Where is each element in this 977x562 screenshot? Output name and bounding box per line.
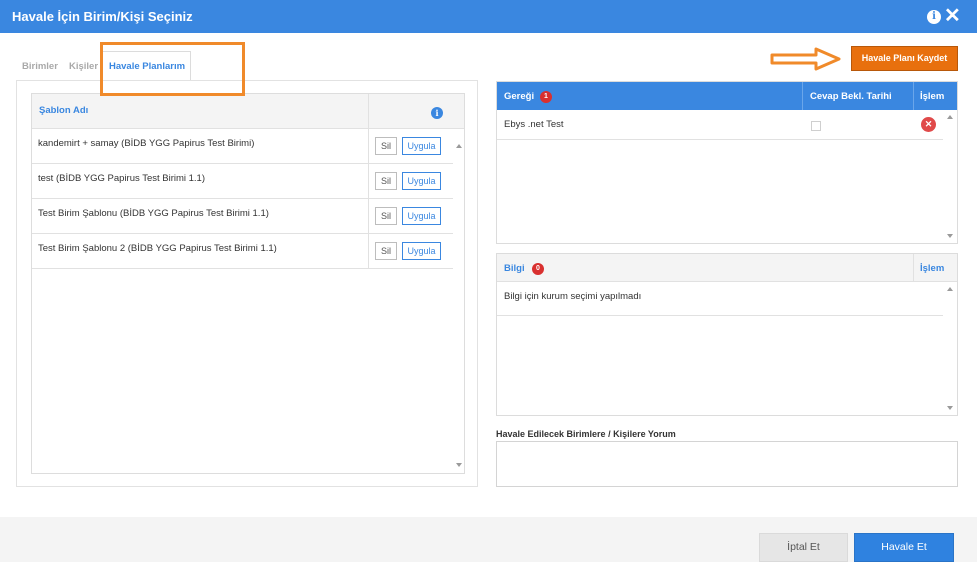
- scroll-up-arrow-icon[interactable]: [947, 287, 953, 291]
- save-plan-button[interactable]: Havale Planı Kaydet: [851, 46, 958, 71]
- templates-table: Şablon Adı i kandemirt + samay (BİDB YGG…: [31, 93, 465, 474]
- bilgi-panel: Bilgi 0 İşlem Bilgi için kurum seçimi ya…: [496, 253, 958, 416]
- geregi-title: Gereği: [504, 91, 535, 102]
- list-item: Bilgi için kurum seçimi yapılmadı: [497, 282, 943, 316]
- templates-table-header: Şablon Adı i: [32, 94, 464, 129]
- column-divider: [368, 199, 369, 234]
- column-divider: [913, 254, 914, 282]
- geregi-header: Gereği 1 Cevap Bekl. Tarihi İşlem: [497, 82, 957, 110]
- templates-panel: Şablon Adı i kandemirt + samay (BİDB YGG…: [16, 80, 478, 487]
- template-name-column-header[interactable]: Şablon Adı: [39, 105, 88, 116]
- comment-textarea[interactable]: [496, 441, 958, 487]
- delete-template-button[interactable]: Sil: [375, 242, 397, 260]
- info-icon[interactable]: i: [927, 10, 941, 24]
- info-icon[interactable]: i: [431, 107, 443, 119]
- comment-label: Havale Edilecek Birimlere / Kişilere Yor…: [496, 429, 676, 439]
- table-row: Ebys .net Test ✕: [497, 110, 943, 140]
- response-date-checkbox[interactable]: [811, 121, 821, 131]
- tab-birimler[interactable]: Birimler: [22, 54, 58, 81]
- template-name: kandemirt + samay (BİDB YGG Papirus Test…: [38, 138, 255, 149]
- dialog-footer: İptal Et Havale Et: [0, 517, 977, 562]
- templates-scrollbar[interactable]: [454, 130, 464, 473]
- dialog-titlebar: Havale İçin Birim/Kişi Seçiniz i ✕: [0, 0, 977, 33]
- action-column-header: İşlem: [920, 263, 945, 274]
- tab-kisiler[interactable]: Kişiler: [69, 54, 98, 81]
- bilgi-title: Bilgi: [504, 263, 525, 274]
- empty-state-message: Bilgi için kurum seçimi yapılmadı: [504, 291, 642, 302]
- column-divider: [913, 82, 914, 110]
- delete-template-button[interactable]: Sil: [375, 137, 397, 155]
- template-name: Test Birim Şablonu 2 (BİDB YGG Papirus T…: [38, 243, 277, 254]
- geregi-count-badge: 1: [540, 91, 552, 103]
- table-row: Test Birim Şablonu 2 (BİDB YGG Papirus T…: [32, 234, 453, 269]
- table-row: test (BİDB YGG Papirus Test Birimi 1.1) …: [32, 164, 453, 199]
- column-divider: [368, 234, 369, 269]
- bilgi-scrollbar[interactable]: [945, 283, 955, 415]
- apply-template-button[interactable]: Uygula: [402, 172, 441, 190]
- scroll-up-arrow-icon[interactable]: [456, 144, 462, 148]
- scroll-down-arrow-icon[interactable]: [947, 406, 953, 410]
- scroll-up-arrow-icon[interactable]: [947, 115, 953, 119]
- havale-dialog: Havale İçin Birim/Kişi Seçiniz i ✕ Birim…: [0, 0, 977, 562]
- column-divider: [368, 94, 369, 129]
- column-divider: [368, 129, 369, 164]
- apply-template-button[interactable]: Uygula: [402, 137, 441, 155]
- template-name: Test Birim Şablonu (BİDB YGG Papirus Tes…: [38, 208, 269, 219]
- geregi-panel: Gereği 1 Cevap Bekl. Tarihi İşlem Ebys .…: [496, 81, 958, 244]
- delete-template-button[interactable]: Sil: [375, 207, 397, 225]
- apply-template-button[interactable]: Uygula: [402, 207, 441, 225]
- bilgi-count-badge: 0: [532, 263, 544, 275]
- close-icon[interactable]: ✕: [944, 6, 961, 26]
- geregi-scrollbar[interactable]: [945, 111, 955, 243]
- arrow-right-annotation-icon: [770, 47, 841, 71]
- dialog-title: Havale İçin Birim/Kişi Seçiniz: [12, 9, 193, 24]
- table-row: kandemirt + samay (BİDB YGG Papirus Test…: [32, 129, 453, 164]
- table-row: Test Birim Şablonu (BİDB YGG Papirus Tes…: [32, 199, 453, 234]
- recipient-name: Ebys .net Test: [504, 119, 564, 130]
- scroll-down-arrow-icon[interactable]: [456, 463, 462, 467]
- delete-template-button[interactable]: Sil: [375, 172, 397, 190]
- submit-havale-button[interactable]: Havale Et: [854, 533, 954, 562]
- tab-highlight-annotation: [100, 42, 245, 96]
- bilgi-header: Bilgi 0 İşlem: [497, 254, 957, 282]
- apply-template-button[interactable]: Uygula: [402, 242, 441, 260]
- action-column-header: İşlem: [920, 91, 945, 102]
- remove-circle-icon[interactable]: ✕: [921, 117, 936, 132]
- template-name: test (BİDB YGG Papirus Test Birimi 1.1): [38, 173, 206, 184]
- response-date-column-header: Cevap Bekl. Tarihi: [810, 91, 892, 102]
- scroll-down-arrow-icon[interactable]: [947, 234, 953, 238]
- column-divider: [368, 164, 369, 199]
- cancel-button[interactable]: İptal Et: [759, 533, 848, 562]
- column-divider: [802, 82, 803, 110]
